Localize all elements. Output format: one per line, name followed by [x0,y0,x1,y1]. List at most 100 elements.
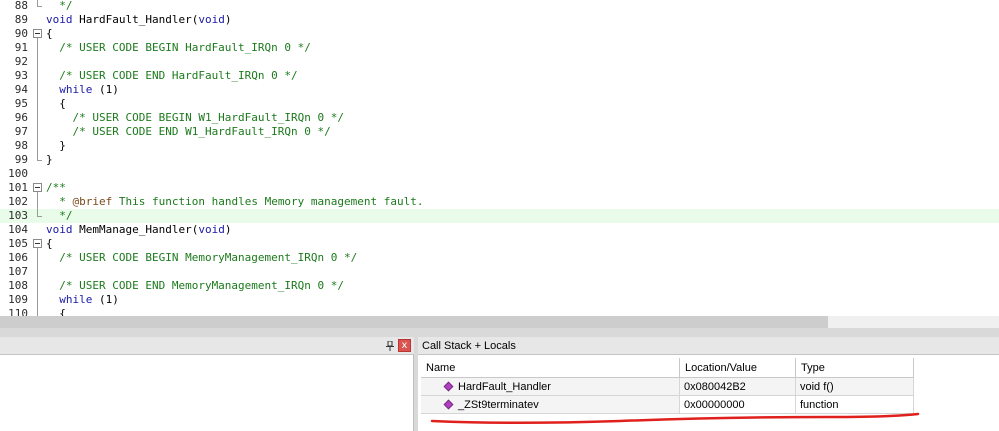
fold-guide [33,293,43,307]
column-header-type[interactable]: Type [796,358,914,378]
code-text: while (1) [46,293,119,307]
row-name: HardFault_Handler [458,381,551,393]
code-editor[interactable]: 88 */89 void HardFault_Handler(void) 90{91… [0,0,999,316]
column-header-name[interactable]: Name [421,358,680,378]
code-token: /* USER CODE BEGIN MemoryManagement_IRQn… [46,251,358,264]
line-number: 97 [14,125,28,138]
table-row[interactable]: HardFault_Handler 0x080042B2 void f() [421,378,914,396]
line-number: 101 [8,181,28,194]
column-header-location[interactable]: Location/Value [680,358,796,378]
close-panel-button[interactable]: x [398,339,411,352]
code-line[interactable]: 92 [0,55,999,69]
location-cell: 0x00000000 [680,396,796,414]
line-number: 108 [8,279,28,292]
code-token: /* USER CODE END MemoryManagement_IRQn 0… [46,279,345,292]
code-token: void [46,223,73,236]
code-text: while (1) [46,83,119,97]
line-number: 96 [14,111,28,124]
code-text: void HardFault_Handler(void) [46,13,231,27]
code-token: (1) [92,83,119,96]
code-text: /* USER CODE BEGIN W1_HardFault_IRQn 0 *… [46,111,344,125]
table-row[interactable]: _ZSt9terminatev 0x00000000 function [421,396,914,414]
code-line[interactable]: 97 /* USER CODE END W1_HardFault_IRQn 0 … [0,125,999,139]
fold-guide [33,83,43,97]
editor-scrollbar-thumb[interactable] [0,316,828,328]
code-token: void [198,223,225,236]
code-line[interactable]: 99} [0,153,999,167]
code-text: /* USER CODE BEGIN MemoryManagement_IRQn… [46,251,357,265]
line-number: 95 [14,97,28,110]
line-number: 94 [14,83,28,96]
fold-guide [33,125,43,139]
code-token: ) [224,223,232,236]
fold-guide [33,223,43,237]
code-line[interactable]: 95 { [0,97,999,111]
pin-icon[interactable] [385,340,395,351]
code-text: } [46,139,66,153]
fold-guide [33,279,43,293]
line-number: 89 [14,13,28,26]
code-line[interactable]: 96 /* USER CODE BEGIN W1_HardFault_IRQn … [0,111,999,125]
code-token: while [59,83,93,96]
code-token: } [46,139,66,152]
code-token: This function handles Memory management … [112,195,424,208]
code-line[interactable]: 94 while (1) [0,83,999,97]
code-line[interactable]: 106 /* USER CODE BEGIN MemoryManagement_… [0,251,999,265]
fold-guide [33,209,43,223]
code-token: /* USER CODE BEGIN W1_HardFault_IRQn 0 *… [46,111,345,124]
code-token: { [46,307,66,316]
code-text: /* USER CODE END HardFault_IRQn 0 */ [46,69,298,83]
function-icon [443,381,454,392]
code-token: */ [46,209,73,222]
code-text: /* USER CODE END MemoryManagement_IRQn 0… [46,279,344,293]
code-line[interactable]: 102 * @brief This function handles Memor… [0,195,999,209]
code-token: @brief [72,195,113,208]
code-text: { [46,237,53,251]
fold-toggle-icon[interactable] [33,237,43,251]
fold-guide [33,0,43,13]
code-text: * @brief This function handles Memory ma… [46,195,424,209]
code-token: (1) [92,293,119,306]
code-line[interactable]: 98 } [0,139,999,153]
code-token: ) [224,13,232,26]
code-line[interactable]: 88 */ [0,0,999,13]
fold-toggle-icon[interactable] [33,181,43,195]
fold-toggle-icon[interactable] [33,27,43,41]
line-number: 100 [8,167,28,180]
code-line[interactable]: 107 [0,265,999,279]
line-number: 88 [14,0,28,12]
code-line[interactable]: 93 /* USER CODE END HardFault_IRQn 0 */ [0,69,999,83]
code-text: { [46,27,53,41]
code-token: /** [46,181,66,194]
code-token: { [46,27,53,40]
code-line[interactable]: 89 void HardFault_Handler(void) [0,13,999,27]
line-number: 106 [8,251,28,264]
code-token: /* USER CODE END HardFault_IRQn 0 */ [46,69,298,82]
code-line[interactable]: 91 /* USER CODE BEGIN HardFault_IRQn 0 *… [0,41,999,55]
code-line[interactable]: 90 { [0,27,999,41]
function-icon [443,399,454,410]
code-text: { [46,307,66,316]
code-token: while [59,293,93,306]
code-text: /** [46,181,66,195]
fold-guide [33,167,43,181]
fold-guide [33,251,43,265]
line-number: 104 [8,223,28,236]
code-text: void MemManage_Handler(void) [46,223,231,237]
fold-guide [33,195,43,209]
fold-guide [33,153,43,167]
code-line[interactable]: 110 { [0,307,999,316]
code-token: { [46,97,66,110]
code-line[interactable]: 108 /* USER CODE END MemoryManagement_IR… [0,279,999,293]
code-token: HardFault_Handler( [72,13,199,26]
code-line[interactable]: 105 { [0,237,999,251]
code-line[interactable]: 101 /** [0,181,999,195]
code-line[interactable]: 103 */ [0,209,999,223]
code-text: */ [46,209,73,223]
left-panel-header [0,337,414,355]
code-line[interactable]: 104 void MemManage_Handler(void) [0,223,999,237]
code-line[interactable]: 109 while (1) [0,293,999,307]
code-text: /* USER CODE BEGIN HardFault_IRQn 0 */ [46,41,311,55]
code-line[interactable]: 100 [0,167,999,181]
